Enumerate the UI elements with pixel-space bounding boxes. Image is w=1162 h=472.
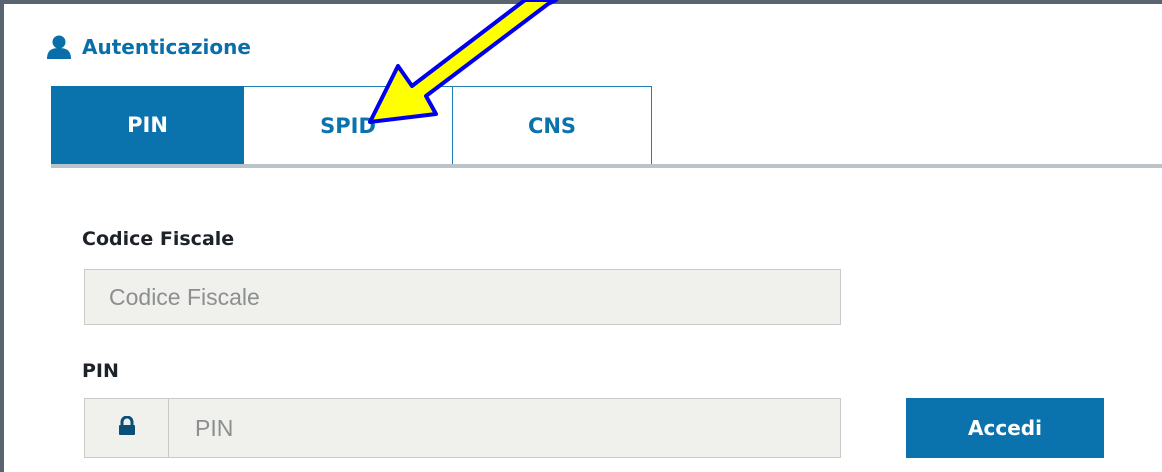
codice-fiscale-input[interactable]	[84, 269, 841, 325]
tab-spid[interactable]: SPID	[244, 86, 452, 164]
pin-input[interactable]	[168, 398, 841, 458]
tab-cns-label: CNS	[527, 113, 577, 138]
tab-spid-label: SPID	[320, 113, 376, 138]
tab-pin[interactable]: PIN	[51, 86, 244, 164]
auth-tabs: PIN SPID CNS	[51, 86, 1162, 168]
tab-cns[interactable]: CNS	[452, 86, 652, 164]
tab-pin-label: PIN	[127, 113, 168, 137]
codice-fiscale-label: Codice Fiscale	[82, 228, 235, 250]
user-icon	[46, 34, 72, 60]
accedi-button[interactable]: Accedi	[906, 398, 1104, 458]
auth-title: Autenticazione	[82, 35, 251, 59]
lock-icon	[117, 415, 137, 440]
auth-header: Autenticazione	[46, 34, 251, 60]
login-panel: Autenticazione PIN SPID CNS Codice Fisca…	[0, 0, 1162, 472]
pin-addon	[84, 398, 168, 458]
pin-label: PIN	[82, 360, 119, 382]
pin-input-group	[84, 398, 841, 458]
